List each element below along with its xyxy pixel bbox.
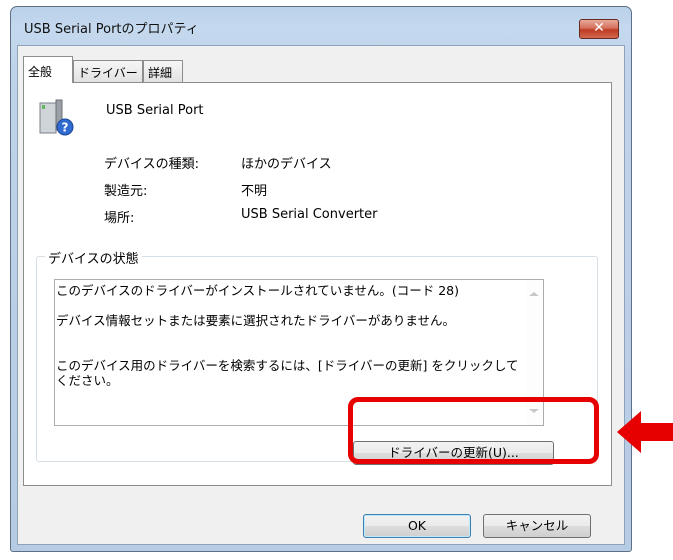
- svg-text:?: ?: [62, 121, 69, 135]
- title-bar[interactable]: USB Serial Portのプロパティ ✕: [11, 7, 631, 45]
- dialog-client-area: 全般 ドライバー 詳細 ? USB Serial Port デバイスの種類: ほ…: [17, 45, 625, 545]
- cancel-button[interactable]: キャンセル: [483, 514, 591, 538]
- status-line: このデバイス用のドライバーを検索するには、[ドライバーの更新] をクリックしてく…: [56, 358, 519, 388]
- scroll-up-icon[interactable]: [529, 292, 539, 296]
- arrow-left-icon: [617, 411, 673, 453]
- manufacturer-label: 製造元:: [104, 184, 148, 199]
- ok-button[interactable]: OK: [363, 514, 471, 538]
- manufacturer-value: 不明: [241, 184, 268, 199]
- close-icon: ✕: [593, 20, 605, 36]
- device-type-value: ほかのデバイス: [241, 157, 332, 172]
- status-line: デバイス情報セットまたは要素に選択されたドライバーがありません。: [56, 313, 456, 328]
- device-type-label: デバイスの種類:: [104, 157, 199, 172]
- highlight-box: [348, 397, 599, 464]
- properties-dialog: USB Serial Portのプロパティ ✕ 全般 ドライバー 詳細 ? US…: [10, 6, 632, 552]
- device-status-label: デバイスの状態: [45, 248, 142, 267]
- tab-driver[interactable]: ドライバー: [73, 60, 143, 82]
- location-label: 場所:: [104, 211, 135, 226]
- device-status-text: このデバイスのドライバーがインストールされていません。(コード 28) デバイス…: [56, 283, 524, 388]
- device-name: USB Serial Port: [106, 103, 204, 118]
- window-title: USB Serial Portのプロパティ: [24, 22, 199, 37]
- close-button[interactable]: ✕: [579, 19, 619, 39]
- tab-details[interactable]: 詳細: [143, 60, 183, 82]
- status-line: このデバイスのドライバーがインストールされていません。(コード 28): [56, 283, 460, 298]
- tab-general[interactable]: 全般: [23, 56, 73, 83]
- usb-serial-device-unknown-icon: ?: [39, 99, 74, 136]
- location-value: USB Serial Converter: [241, 207, 378, 222]
